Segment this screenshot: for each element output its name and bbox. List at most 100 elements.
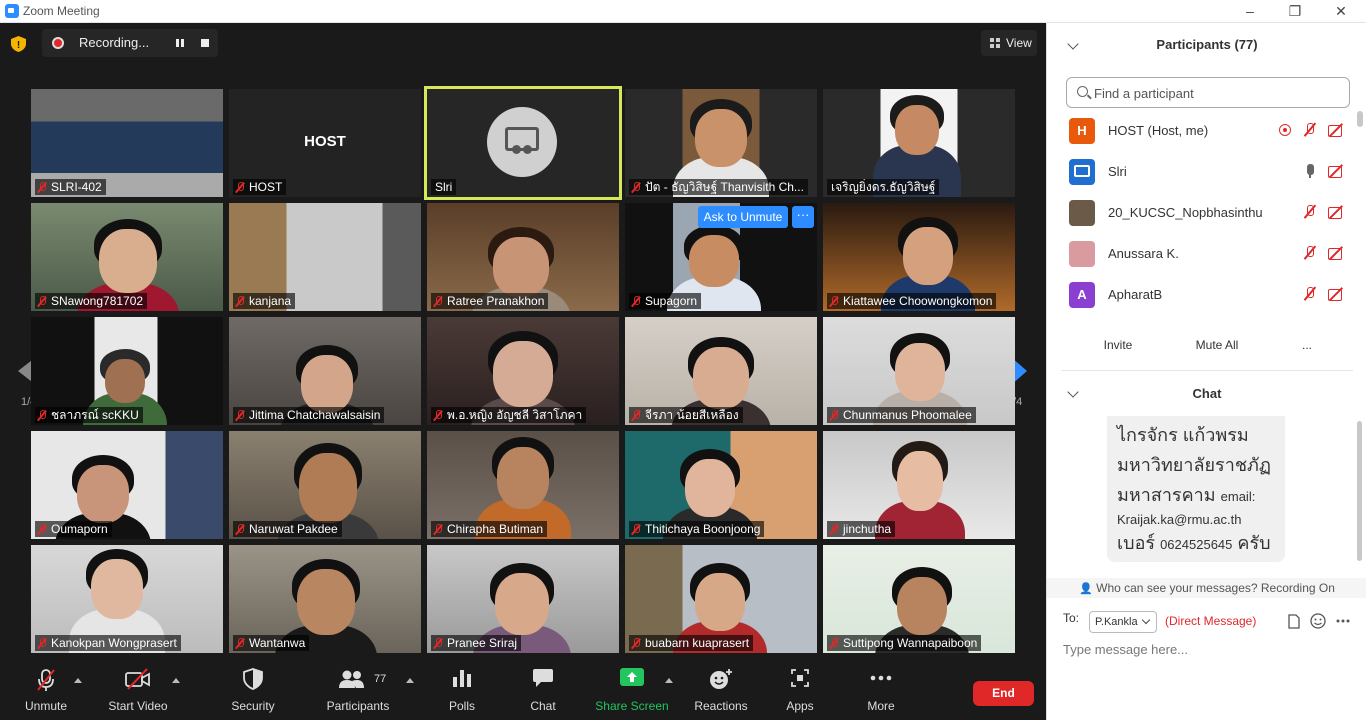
participants-icon [339,670,364,688]
video-tile[interactable]: Naruwat Pakdee [229,431,421,539]
video-tile[interactable]: Ratree Pranakhon [427,203,619,311]
tile-name-label: HOST [233,179,287,195]
video-tile[interactable]: Oumaporn [31,431,223,539]
video-tile[interactable]: buabarn kuaprasert [625,545,817,653]
more-button[interactable]: More [860,654,902,720]
restore-button[interactable]: ❐ [1283,2,1307,20]
participant-avatar: A [1069,282,1095,308]
participant-row[interactable]: Anussara K. [1047,233,1357,274]
participant-name: 20_KUCSC_Nopbhasinthu [1108,205,1263,220]
minimize-button[interactable]: – [1238,2,1262,20]
file-attach-icon[interactable] [1288,614,1300,629]
muted-mic-icon [433,409,443,421]
recipient-dropdown[interactable]: P.Kankla [1089,611,1157,633]
unmute-button[interactable]: Unmute [18,654,74,720]
muted-mic-icon[interactable] [1302,122,1318,138]
pause-recording-icon[interactable] [174,37,186,49]
security-shield-outline-icon [243,668,263,690]
end-meeting-button[interactable]: End [973,681,1034,706]
security-shield-icon[interactable]: ! [11,36,26,52]
message-visibility-notice[interactable]: 👤 Who can see your messages? Recording O… [1047,578,1366,598]
participants-button[interactable]: 77 Participants [322,654,394,720]
video-tile[interactable]: Kiattawee Choowongkomon [823,203,1015,311]
video-tile[interactable]: Chirapha Butiman [427,431,619,539]
video-tile[interactable]: ชลาภรณ์ scKKU [31,317,223,425]
tile-more-options-button[interactable]: ··· [792,206,814,228]
participant-row[interactable]: Slri [1047,151,1357,192]
close-button[interactable]: ✕ [1329,2,1353,20]
video-options-caret-icon[interactable] [172,678,180,683]
meeting-area: ! Recording... View 1/4 1/4 SLRI-402HOST… [0,23,1046,720]
invite-button[interactable]: Invite [1095,334,1141,356]
muted-mic-icon[interactable] [1302,204,1318,220]
video-off-icon[interactable] [1327,245,1343,261]
chat-button[interactable]: Chat [520,654,566,720]
video-tile[interactable]: Pranee Sriraj [427,545,619,653]
muted-mic-icon[interactable] [1302,245,1318,261]
muted-mic-icon [829,409,839,421]
emoji-icon[interactable] [1310,613,1326,629]
participants-options-caret-icon[interactable] [406,678,414,683]
muted-mic-icon [433,295,443,307]
share-screen-button[interactable]: Share Screen [594,654,670,720]
video-tile[interactable]: SNawong781702 [31,203,223,311]
chat-more-dots-icon[interactable] [1336,619,1350,623]
video-tile[interactable]: Thitichaya Boonjoong [625,431,817,539]
video-tile[interactable]: ปัต - ธัญวิสิษฐ์ Thanvisith Ch... [625,89,817,197]
video-tile[interactable]: เจริญยิ่งดร.ธัญวิสิษฐ์ [823,89,1015,197]
video-tile[interactable]: SLRI-402 [31,89,223,197]
mute-all-button[interactable]: Mute All [1187,334,1247,356]
microphone-icon[interactable] [1302,163,1318,179]
participant-search-input[interactable] [1094,84,1344,102]
participant-row[interactable]: 20_KUCSC_Nopbhasinthu [1047,192,1357,233]
video-tile[interactable]: จีรภา น้อยสีเหลือง [625,317,817,425]
tile-name-label: ปัต - ธัญวิสิษฐ์ Thanvisith Ch... [629,179,808,195]
participant-name: ปัต - ธัญวิสิษฐ์ Thanvisith Ch... [645,180,804,194]
muted-mic-icon [829,637,839,649]
participants-more-button[interactable]: ... [1295,334,1319,356]
video-tile[interactable]: Slri [424,86,622,200]
video-tile[interactable]: พ.อ.หญิง อัญชลี วิสาโภคา [427,317,619,425]
audio-options-caret-icon[interactable] [74,678,82,683]
video-tile[interactable]: Jittima Chatchawalsaisin [229,317,421,425]
apps-button[interactable]: Apps [780,654,820,720]
video-tile[interactable]: Kanokpan Wongprasert [31,545,223,653]
participant-name: ApharatB [1108,287,1163,302]
participant-name: Suttipong Wannapaiboon [843,636,978,650]
muted-mic-icon [235,409,245,421]
recording-icon[interactable] [1277,122,1293,138]
video-off-icon[interactable] [1327,163,1343,179]
tile-name-label: ชลาภรณ์ scKKU [35,407,143,423]
stop-recording-icon[interactable] [201,39,209,47]
ask-to-unmute-button[interactable]: Ask to Unmute [698,206,788,228]
participants-count: 77 [374,673,387,685]
video-off-icon[interactable] [1327,204,1343,220]
participant-row[interactable]: H HOST (Host, me) [1047,110,1357,151]
muted-mic-icon[interactable] [1302,286,1318,302]
participant-search[interactable] [1066,77,1350,108]
start-video-button[interactable]: Start Video [104,654,172,720]
video-tile[interactable]: Suttipong Wannapaiboon [823,545,1015,653]
video-tile[interactable]: HOST HOST [229,89,421,197]
participant-row[interactable]: A ApharatB [1047,274,1357,315]
video-tile[interactable]: kanjana [229,203,421,311]
view-button[interactable]: View [981,30,1037,56]
video-off-icon[interactable] [1327,286,1343,302]
muted-mic-icon [235,295,245,307]
tile-name-label: Supagorn [629,293,702,309]
video-tile[interactable]: Wantanwa [229,545,421,653]
participant-list-scrollbar[interactable] [1357,111,1363,127]
participants-title: Participants (77) [1156,37,1258,52]
reactions-button[interactable]: Reactions [692,654,750,720]
host-placeholder-text: HOST [304,133,346,150]
chat-scrollbar[interactable] [1357,421,1362,561]
polls-button[interactable]: Polls [440,654,484,720]
video-tile[interactable]: jinchutha [823,431,1015,539]
share-options-caret-icon[interactable] [665,678,673,683]
security-button[interactable]: Security [226,654,280,720]
video-off-icon[interactable] [1327,122,1343,138]
video-tile[interactable]: Chunmanus Phoomalee [823,317,1015,425]
muted-mic-icon [631,181,641,193]
chat-message-input[interactable]: Type message here... [1063,642,1188,657]
participant-name: Naruwat Pakdee [249,522,338,536]
